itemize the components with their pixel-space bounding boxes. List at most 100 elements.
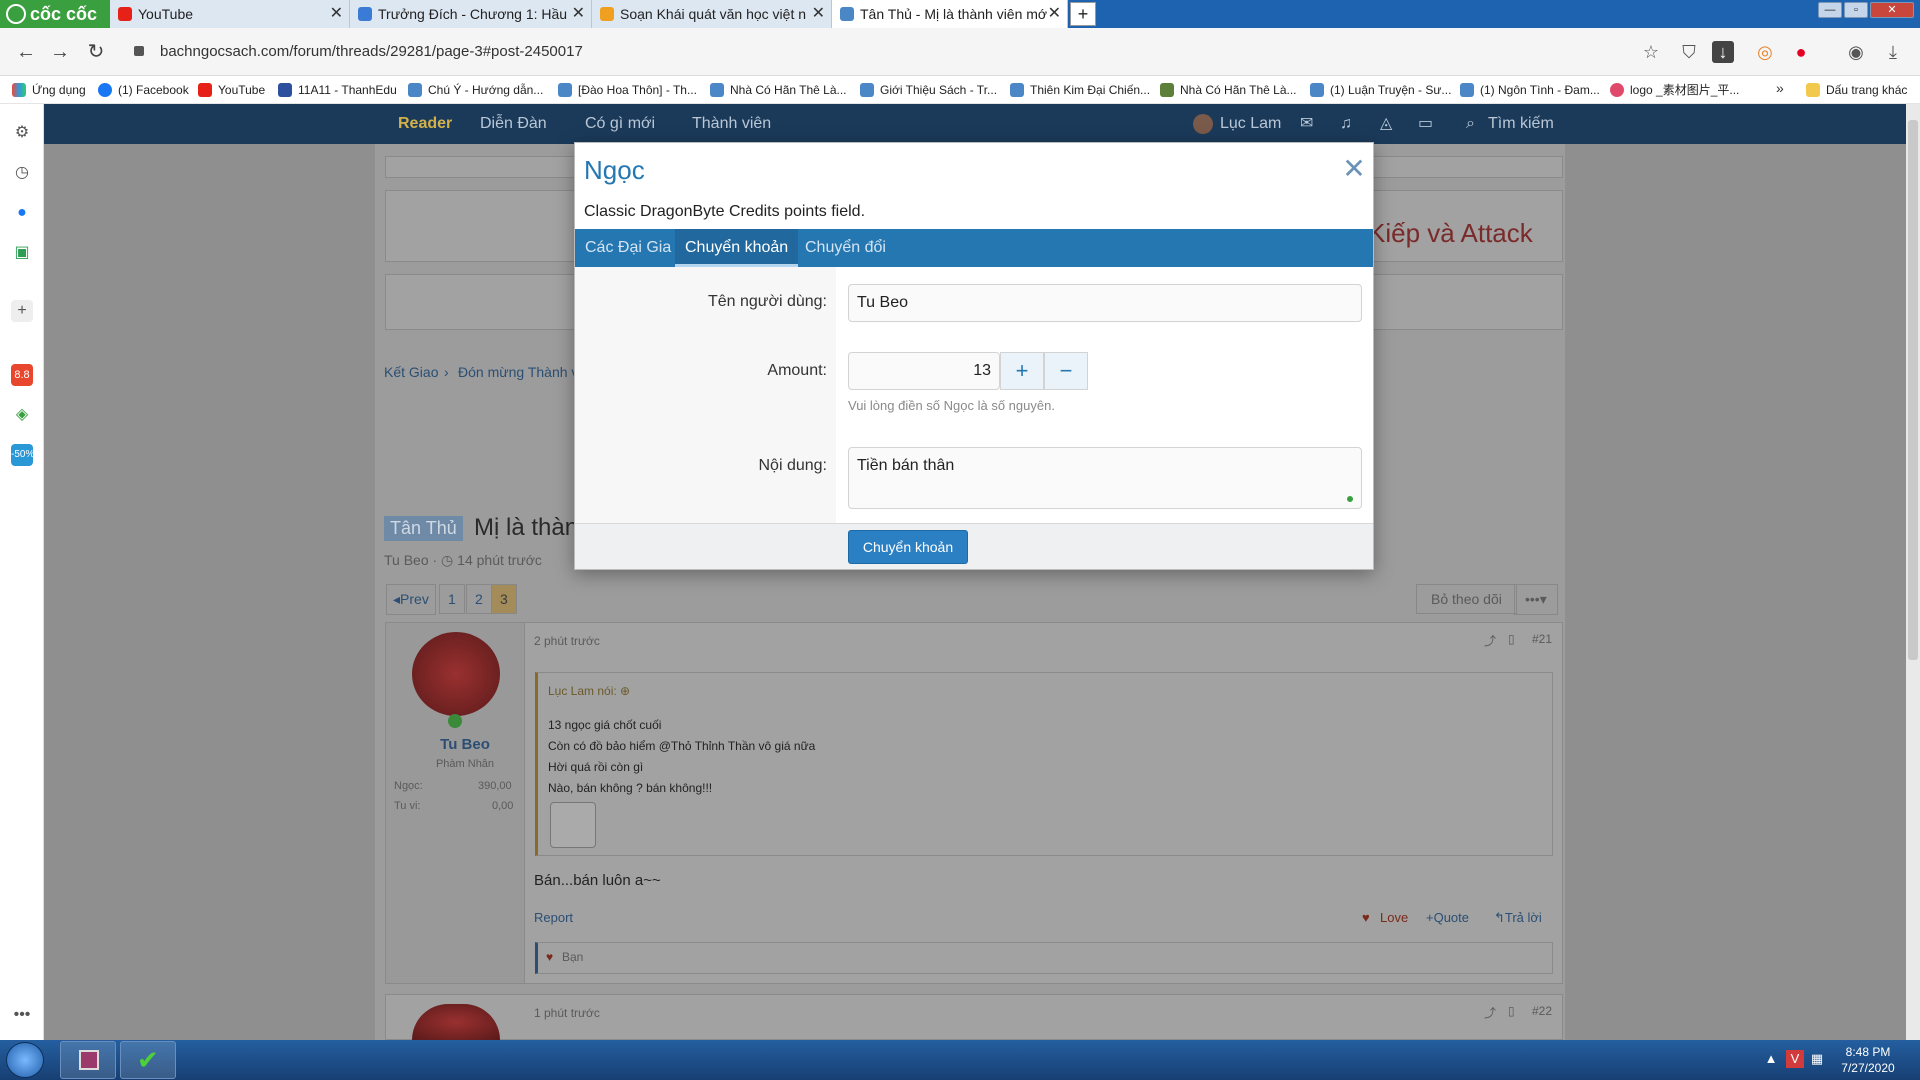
tab-chuyen-khoan[interactable]: Chuyển khoản xyxy=(675,229,799,267)
love-heart-icon[interactable]: ♥ xyxy=(1362,910,1370,925)
share-icon[interactable]: ⤴ xyxy=(1484,1004,1496,1021)
reload-icon[interactable]: ↻ xyxy=(84,40,108,64)
nav-dien-dan[interactable]: Diễn Đàn xyxy=(480,104,547,144)
quote-author[interactable]: Lục Lam nói: ⊕ xyxy=(548,684,630,698)
transfer-submit-button[interactable]: Chuyển khoản xyxy=(848,530,968,564)
search-link[interactable]: Tìm kiếm xyxy=(1488,104,1554,144)
shopping-88-icon[interactable]: 8.8 xyxy=(11,364,33,386)
bookmark-gioi-thieu-sach[interactable]: Giới Thiệu Sách - Tr... xyxy=(860,81,997,99)
close-icon[interactable]: ✕ xyxy=(330,0,343,28)
pagination-prev[interactable]: ◂Prev xyxy=(386,584,436,615)
bookmark-youtube[interactable]: YouTube xyxy=(198,81,265,99)
tab-cac-dai-gia[interactable]: Các Đại Gia xyxy=(575,229,681,267)
forward-arrow-icon[interactable]: → xyxy=(48,40,72,64)
network-icon[interactable]: ▦ xyxy=(1808,1050,1826,1068)
gamepad-icon[interactable]: ▣ xyxy=(11,242,33,264)
avatar[interactable] xyxy=(1193,114,1213,134)
download-arrow-icon[interactable]: ⤓ xyxy=(1882,41,1904,63)
amount-input[interactable]: 13 xyxy=(848,352,1000,390)
bookmark-nha-co-han-the[interactable]: Nhà Có Hãn Thê Là... xyxy=(710,81,847,99)
browser-tab-youtube[interactable]: YouTube ✕ xyxy=(110,0,350,28)
bookmark-facebook[interactable]: (1) Facebook xyxy=(98,81,189,99)
browser-tab-truong-dich[interactable]: Trưởng Đích - Chương 1: Hầu ✕ xyxy=(350,0,592,28)
folder-icon[interactable]: ▭ xyxy=(1418,104,1433,144)
messenger-icon[interactable]: ● xyxy=(11,202,33,224)
coupon-icon[interactable]: ◈ xyxy=(11,404,33,426)
mail-icon[interactable]: ✉ xyxy=(1300,104,1313,144)
bookmark-dao-hoa-thon[interactable]: [Đào Hoa Thôn] - Th... xyxy=(558,81,697,99)
minimize-button[interactable]: — xyxy=(1818,2,1842,18)
breadcrumb-ket-giao[interactable]: Kết Giao xyxy=(384,364,438,380)
tray-expand-icon[interactable]: ▲ xyxy=(1762,1050,1780,1068)
scrollbar-thumb[interactable] xyxy=(1908,120,1918,660)
browser-tab-tan-thu[interactable]: Tân Thủ - Mị là thành viên mớ ✕ xyxy=(832,0,1068,28)
close-icon[interactable]: ✕ xyxy=(1342,154,1366,184)
bookmark-thanhedu[interactable]: 11A11 - ThanhEdu xyxy=(278,81,397,99)
bookmark-icon[interactable]: ▯ xyxy=(1508,632,1515,646)
maximize-button[interactable]: ▫ xyxy=(1844,2,1868,18)
pagination-page-3[interactable]: 3 xyxy=(491,584,517,614)
bookmark-nha-co-han-the-2[interactable]: Nhà Có Hãn Thê Là... xyxy=(1160,81,1297,99)
windows-start-icon[interactable] xyxy=(6,1042,44,1078)
post-time[interactable]: 1 phút trước xyxy=(534,1006,600,1020)
search-icon[interactable]: ⌕ xyxy=(1466,104,1475,144)
taskbar-app-coccoc[interactable]: ✔ xyxy=(120,1041,176,1079)
love-button[interactable]: Love xyxy=(1380,910,1408,925)
report-link[interactable]: Report xyxy=(534,910,573,925)
discount-50-icon[interactable]: -50% xyxy=(11,444,34,466)
bookmark-other[interactable]: Dấu trang khác xyxy=(1806,81,1907,99)
pagination-page-1[interactable]: 1 xyxy=(439,584,465,614)
decrement-button[interactable]: − xyxy=(1044,352,1088,390)
bookmark-apps[interactable]: Ứng dụng xyxy=(12,81,86,99)
new-tab-button[interactable]: + xyxy=(1070,2,1096,26)
user-menu[interactable]: Lục Lam xyxy=(1220,104,1281,144)
basket-icon[interactable]: ◬ xyxy=(1380,104,1392,144)
bookmark-ngon-tinh[interactable]: (1) Ngôn Tình - Đam... xyxy=(1460,81,1600,99)
message-textarea[interactable]: Tiền bán thân xyxy=(848,447,1362,509)
shield-icon[interactable]: ⛉ xyxy=(1678,41,1700,63)
bookmarks-overflow-icon[interactable]: » xyxy=(1776,80,1784,96)
close-window-button[interactable]: ✕ xyxy=(1870,2,1914,18)
post-number[interactable]: #22 xyxy=(1532,1004,1552,1018)
reply-button[interactable]: ↰Trả lời xyxy=(1494,910,1542,926)
tab-chuyen-doi[interactable]: Chuyển đổi xyxy=(795,229,896,267)
quote-button[interactable]: +Quote xyxy=(1426,910,1469,925)
taskbar-clock[interactable]: 8:48 PM 7/27/2020 xyxy=(1826,1044,1910,1076)
post-author[interactable]: Tu Beo xyxy=(430,736,500,753)
bookmark-thien-kim[interactable]: Thiên Kim Đại Chiến... xyxy=(1010,81,1150,99)
avatar[interactable] xyxy=(412,632,500,716)
reaction-users[interactable]: Bạn xyxy=(562,950,583,964)
star-icon[interactable]: ☆ xyxy=(1640,41,1662,63)
close-icon[interactable]: ✕ xyxy=(812,0,825,28)
post-time[interactable]: 2 phút trước xyxy=(534,634,600,648)
unfollow-button[interactable]: Bỏ theo dõi xyxy=(1416,584,1517,614)
post-number[interactable]: #21 xyxy=(1532,632,1552,646)
url-field[interactable]: bachngocsach.com/forum/threads/29281/pag… xyxy=(130,38,1630,66)
bookmark-luan-truyen[interactable]: (1) Luận Truyện - Sư... xyxy=(1310,81,1451,99)
increment-button[interactable]: + xyxy=(1000,352,1044,390)
bookmark-logo[interactable]: logo _素材图片_平... xyxy=(1610,81,1739,99)
antivirus-icon[interactable]: V xyxy=(1786,1050,1804,1068)
plus-icon[interactable]: + xyxy=(11,300,33,322)
breadcrumb-don-mung[interactable]: Đón mừng Thành v xyxy=(458,364,578,380)
back-arrow-icon[interactable]: ← xyxy=(14,40,38,64)
nav-thanh-vien[interactable]: Thành viên xyxy=(692,104,771,144)
taskbar-app-winrar[interactable] xyxy=(60,1041,116,1079)
extension-icon[interactable]: ◎ xyxy=(1754,41,1776,63)
more-dots-icon[interactable]: ••• xyxy=(11,1004,33,1026)
bell-icon[interactable]: ♫ xyxy=(1340,104,1352,144)
nav-co-gi-moi[interactable]: Có gì mới xyxy=(585,104,655,144)
pinterest-icon[interactable]: ● xyxy=(1790,41,1812,63)
account-icon[interactable]: ◉ xyxy=(1845,41,1867,63)
thread-tools-button[interactable]: •••▾ xyxy=(1514,584,1558,615)
bookmark-icon[interactable]: ▯ xyxy=(1508,1004,1515,1018)
close-icon[interactable]: ✕ xyxy=(1048,0,1061,28)
download-icon[interactable]: ↓ xyxy=(1712,41,1734,63)
nav-reader[interactable]: Reader xyxy=(398,104,452,144)
history-icon[interactable]: ◷ xyxy=(11,162,33,184)
close-icon[interactable]: ✕ xyxy=(572,0,585,28)
bookmark-chu-y[interactable]: Chú Ý - Hướng dẫn... xyxy=(408,81,543,99)
browser-tab-soan-khai-quat[interactable]: Soạn Khái quát văn học việt n ✕ xyxy=(592,0,832,28)
share-icon[interactable]: ⤴ xyxy=(1484,632,1496,649)
gear-icon[interactable]: ⚙ xyxy=(11,122,33,144)
